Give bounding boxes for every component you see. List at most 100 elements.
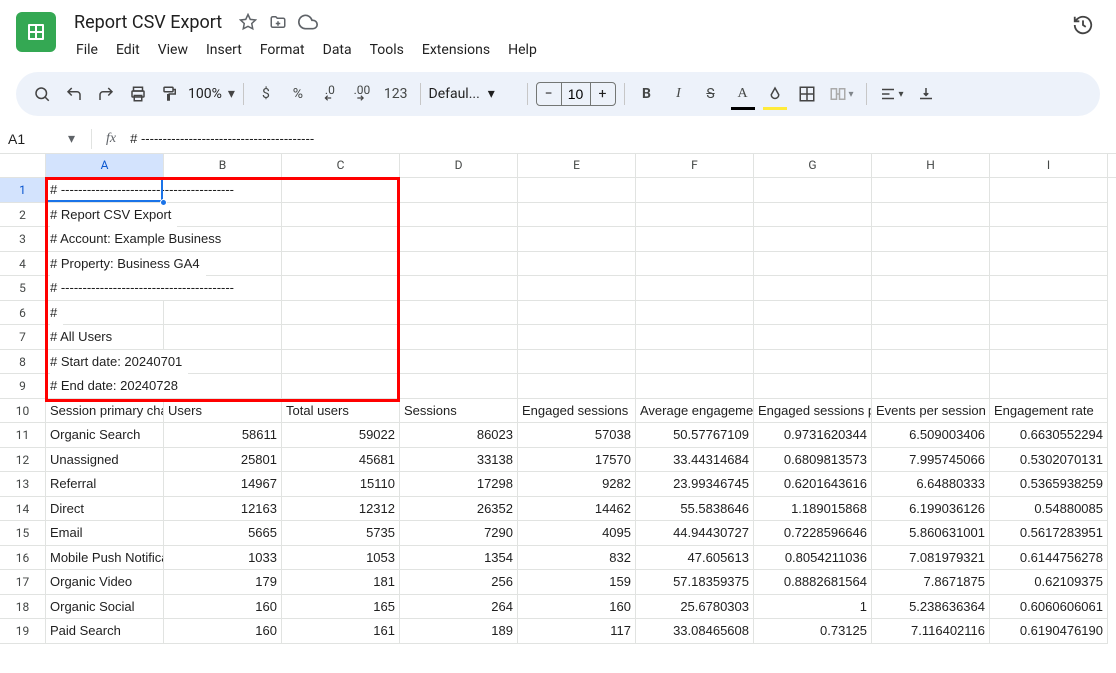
cell[interactable] bbox=[754, 350, 872, 375]
cell[interactable] bbox=[636, 301, 754, 326]
cell[interactable]: 25.6780303 bbox=[636, 595, 754, 620]
col-header-C[interactable]: C bbox=[282, 154, 400, 177]
cell[interactable]: 1.189015868 bbox=[754, 497, 872, 522]
cell[interactable] bbox=[400, 301, 518, 326]
col-header-F[interactable]: F bbox=[636, 154, 754, 177]
cell[interactable]: # Report CSV Export bbox=[46, 203, 164, 228]
cell[interactable]: 12163 bbox=[164, 497, 282, 522]
cell[interactable]: 15110 bbox=[282, 472, 400, 497]
cell[interactable]: # --------------------------------------… bbox=[46, 178, 164, 203]
cell[interactable] bbox=[872, 252, 990, 277]
cell[interactable] bbox=[872, 374, 990, 399]
cell[interactable]: 159 bbox=[518, 570, 636, 595]
cell[interactable]: 45681 bbox=[282, 448, 400, 473]
cell[interactable]: Organic Social bbox=[46, 595, 164, 620]
row-header[interactable]: 8 bbox=[0, 350, 46, 375]
menu-data[interactable]: Data bbox=[315, 38, 360, 62]
cell[interactable]: 26352 bbox=[400, 497, 518, 522]
cell[interactable] bbox=[282, 203, 400, 228]
cell[interactable]: 25801 bbox=[164, 448, 282, 473]
cell[interactable]: Engagement rate bbox=[990, 399, 1108, 424]
cell[interactable] bbox=[754, 374, 872, 399]
cell[interactable]: 179 bbox=[164, 570, 282, 595]
name-box-dropdown-icon[interactable]: ▾ bbox=[56, 131, 91, 147]
paint-format-icon[interactable] bbox=[156, 80, 184, 108]
col-header-B[interactable]: B bbox=[164, 154, 282, 177]
row-header[interactable]: 14 bbox=[0, 497, 46, 522]
cell[interactable]: 14967 bbox=[164, 472, 282, 497]
search-icon[interactable] bbox=[28, 80, 56, 108]
row-header[interactable]: 6 bbox=[0, 301, 46, 326]
cell[interactable]: 0.8054211036 bbox=[754, 546, 872, 571]
col-header-I[interactable]: I bbox=[990, 154, 1108, 177]
cell[interactable] bbox=[636, 325, 754, 350]
cell[interactable]: 160 bbox=[518, 595, 636, 620]
format-123[interactable]: 123 bbox=[380, 80, 412, 108]
star-icon[interactable] bbox=[238, 12, 258, 32]
cell[interactable]: 117 bbox=[518, 619, 636, 644]
menu-file[interactable]: File bbox=[68, 38, 106, 62]
format-percent[interactable]: % bbox=[284, 80, 312, 108]
row-header[interactable]: 10 bbox=[0, 399, 46, 424]
cell[interactable]: 55.5838646 bbox=[636, 497, 754, 522]
cell[interactable] bbox=[872, 203, 990, 228]
cell[interactable] bbox=[400, 374, 518, 399]
cell[interactable]: # End date: 20240728 bbox=[46, 374, 164, 399]
cell[interactable]: 264 bbox=[400, 595, 518, 620]
move-icon[interactable] bbox=[268, 12, 288, 32]
cell[interactable]: 832 bbox=[518, 546, 636, 571]
col-header-G[interactable]: G bbox=[754, 154, 872, 177]
cell[interactable] bbox=[400, 178, 518, 203]
cell[interactable] bbox=[754, 227, 872, 252]
cell[interactable] bbox=[518, 252, 636, 277]
cell[interactable] bbox=[282, 301, 400, 326]
cell[interactable] bbox=[400, 350, 518, 375]
menu-format[interactable]: Format bbox=[252, 38, 313, 62]
cell[interactable] bbox=[282, 325, 400, 350]
cell[interactable] bbox=[518, 178, 636, 203]
col-header-E[interactable]: E bbox=[518, 154, 636, 177]
cell[interactable]: Email bbox=[46, 521, 164, 546]
menu-tools[interactable]: Tools bbox=[362, 38, 412, 62]
format-currency[interactable]: $ bbox=[252, 80, 280, 108]
col-header-D[interactable]: D bbox=[400, 154, 518, 177]
name-box[interactable]: A1 bbox=[0, 131, 56, 147]
cell[interactable]: 0.73125 bbox=[754, 619, 872, 644]
row-header[interactable]: 15 bbox=[0, 521, 46, 546]
cell[interactable] bbox=[990, 350, 1108, 375]
cell[interactable]: 33138 bbox=[400, 448, 518, 473]
cell[interactable] bbox=[754, 276, 872, 301]
row-header[interactable]: 17 bbox=[0, 570, 46, 595]
cell[interactable] bbox=[636, 178, 754, 203]
cell[interactable]: Organic Video bbox=[46, 570, 164, 595]
cell[interactable]: Events per session bbox=[872, 399, 990, 424]
cell[interactable] bbox=[282, 227, 400, 252]
cell[interactable]: 50.57767109 bbox=[636, 423, 754, 448]
cell[interactable]: 57.18359375 bbox=[636, 570, 754, 595]
cell[interactable]: 47.605613 bbox=[636, 546, 754, 571]
font-select[interactable]: Defaul...▾ bbox=[429, 86, 519, 102]
cell[interactable]: 5665 bbox=[164, 521, 282, 546]
cell[interactable] bbox=[990, 325, 1108, 350]
cell[interactable]: 5.860631001 bbox=[872, 521, 990, 546]
menu-extensions[interactable]: Extensions bbox=[414, 38, 498, 62]
row-header[interactable]: 4 bbox=[0, 252, 46, 277]
cell[interactable]: 14462 bbox=[518, 497, 636, 522]
col-header-A[interactable]: A bbox=[46, 154, 164, 177]
cell[interactable] bbox=[636, 276, 754, 301]
cell[interactable]: # bbox=[46, 301, 164, 326]
cell[interactable]: 7.8671875 bbox=[872, 570, 990, 595]
cell[interactable]: 1 bbox=[754, 595, 872, 620]
cell[interactable] bbox=[872, 325, 990, 350]
cell[interactable] bbox=[164, 203, 282, 228]
cell[interactable] bbox=[990, 276, 1108, 301]
cell[interactable]: 58611 bbox=[164, 423, 282, 448]
row-header[interactable]: 16 bbox=[0, 546, 46, 571]
cell[interactable] bbox=[754, 178, 872, 203]
cell[interactable] bbox=[754, 325, 872, 350]
row-header[interactable]: 12 bbox=[0, 448, 46, 473]
font-size-input[interactable] bbox=[561, 83, 591, 105]
cell[interactable]: 6.199036126 bbox=[872, 497, 990, 522]
cell[interactable] bbox=[518, 325, 636, 350]
cell[interactable] bbox=[636, 227, 754, 252]
